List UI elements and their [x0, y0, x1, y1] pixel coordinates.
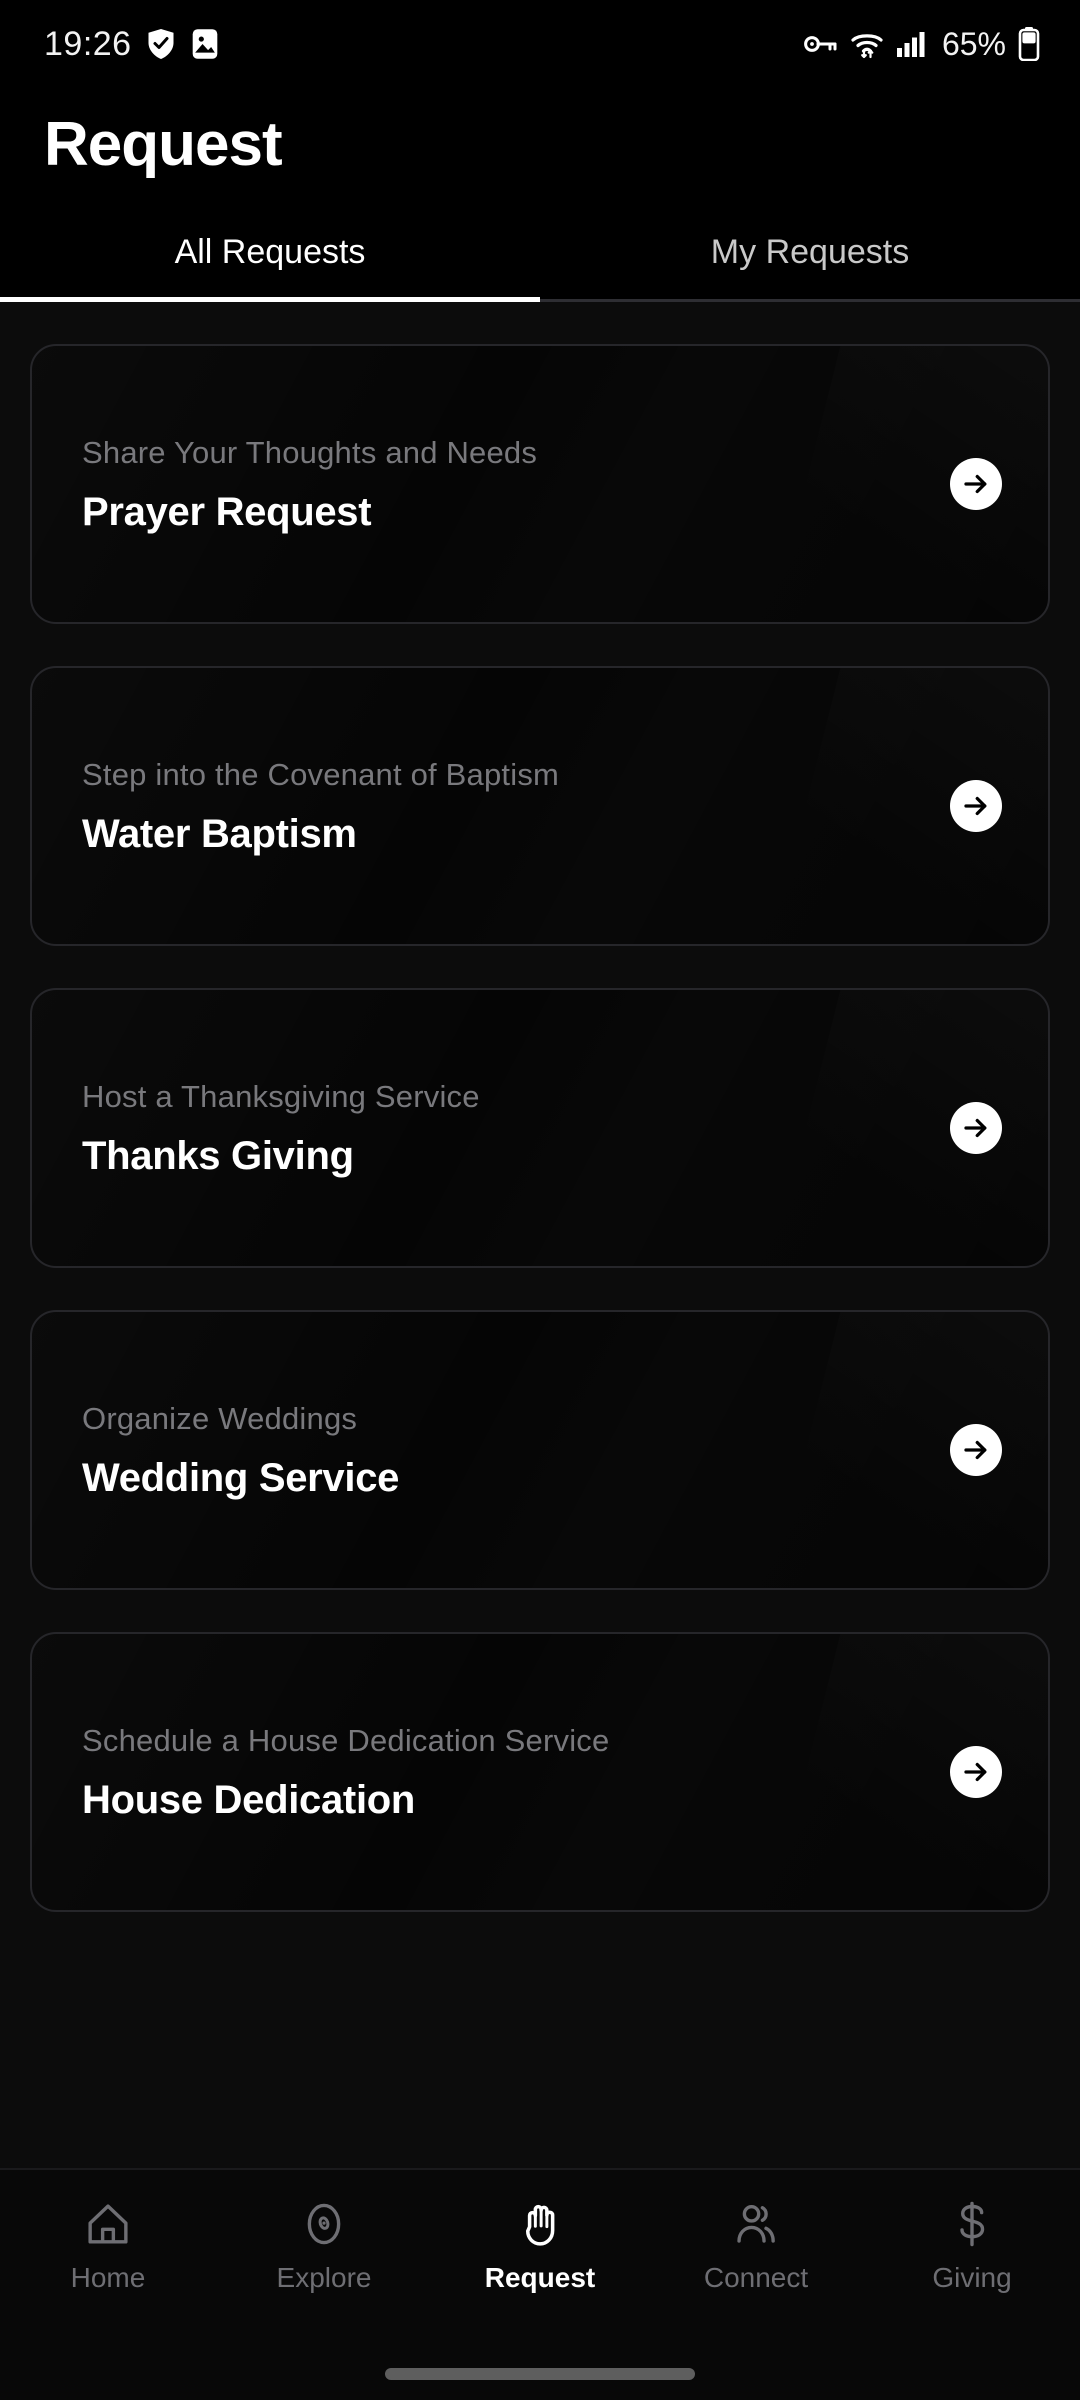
- card-title: Wedding Service: [82, 1456, 400, 1501]
- nav-item-request[interactable]: Request: [432, 2196, 648, 2292]
- page-header: Request: [0, 88, 1080, 211]
- tab-my-requests-label: My Requests: [710, 233, 910, 272]
- card-subtitle: Host a Thanksgiving Service: [82, 1078, 480, 1114]
- nav-item-giving-label: Giving: [932, 2262, 1012, 2293]
- card-subtitle: Share Your Thoughts and Needs: [82, 434, 538, 470]
- nav-item-explore-label: Explore: [276, 2262, 372, 2293]
- arrow-right-icon[interactable]: [950, 1102, 1002, 1155]
- nav-item-giving[interactable]: Giving: [864, 2196, 1080, 2292]
- card-text-block: Host a Thanksgiving Service Thanks Givin…: [82, 1077, 950, 1179]
- shield-check-icon: [146, 27, 176, 61]
- page-title: Request: [44, 110, 283, 179]
- request-card-house-dedication[interactable]: Schedule a House Dedication Service Hous…: [30, 1632, 1050, 1913]
- card-title: House Dedication: [82, 1778, 416, 1823]
- status-bar-clock: 19:26: [44, 24, 132, 63]
- card-title: Thanks Giving: [82, 1134, 354, 1179]
- raised-hand-icon: [514, 2196, 566, 2252]
- wifi-icon: [850, 29, 884, 59]
- request-card-prayer-request[interactable]: Share Your Thoughts and Needs Prayer Req…: [30, 344, 1050, 625]
- card-text-block: Organize Weddings Wedding Service: [82, 1399, 950, 1501]
- nav-item-connect[interactable]: Connect: [648, 2196, 864, 2292]
- people-icon: [731, 2196, 781, 2252]
- request-card-thanks-giving[interactable]: Host a Thanksgiving Service Thanks Givin…: [30, 988, 1050, 1269]
- arrow-right-icon[interactable]: [950, 780, 1002, 833]
- app-screen: 19:26 65% Request All Requests My Reques…: [0, 0, 1080, 2400]
- nav-item-request-label: Request: [484, 2262, 596, 2293]
- nav-item-explore[interactable]: Explore: [216, 2196, 432, 2292]
- bottom-navigation-bar: Home Explore Request Connect Giving: [0, 2168, 1080, 2348]
- nav-item-home-label: Home: [70, 2262, 146, 2293]
- status-bar-right: 65%: [804, 26, 1040, 63]
- gesture-bar-area: [0, 2348, 1080, 2400]
- home-icon: [83, 2196, 133, 2252]
- card-subtitle: Schedule a House Dedication Service: [82, 1722, 610, 1758]
- arrow-right-icon[interactable]: [950, 458, 1002, 511]
- tab-all-requests-label: All Requests: [174, 233, 366, 272]
- tab-active-indicator: [0, 297, 540, 303]
- request-card-water-baptism[interactable]: Step into the Covenant of Baptism Water …: [30, 666, 1050, 947]
- request-card-wedding-service[interactable]: Organize Weddings Wedding Service: [30, 1310, 1050, 1591]
- nav-item-home[interactable]: Home: [0, 2196, 216, 2292]
- screenshot-image-icon: [190, 28, 220, 60]
- card-subtitle: Organize Weddings: [82, 1400, 358, 1436]
- tab-bar: All Requests My Requests: [0, 211, 1080, 303]
- battery-icon: [1018, 27, 1040, 61]
- dollar-sign-icon: [947, 2196, 997, 2252]
- arrow-right-icon[interactable]: [950, 1746, 1002, 1799]
- card-subtitle: Step into the Covenant of Baptism: [82, 756, 560, 792]
- request-list: Share Your Thoughts and Needs Prayer Req…: [0, 302, 1080, 2168]
- status-bar: 19:26 65%: [0, 0, 1080, 88]
- card-text-block: Schedule a House Dedication Service Hous…: [82, 1721, 950, 1823]
- vpn-key-icon: [804, 33, 838, 55]
- arrow-right-icon[interactable]: [950, 1424, 1002, 1477]
- tab-my-requests[interactable]: My Requests: [540, 211, 1080, 302]
- card-title: Water Baptism: [82, 812, 357, 857]
- battery-percent-label: 65%: [941, 25, 1006, 62]
- tab-all-requests[interactable]: All Requests: [0, 211, 540, 302]
- card-text-block: Step into the Covenant of Baptism Water …: [82, 755, 950, 857]
- nav-item-connect-label: Connect: [703, 2262, 809, 2293]
- cellular-signal-icon: [896, 30, 926, 58]
- compass-icon: [299, 2196, 349, 2252]
- home-gesture-bar[interactable]: [385, 2368, 695, 2380]
- card-text-block: Share Your Thoughts and Needs Prayer Req…: [82, 433, 950, 535]
- card-title: Prayer Request: [82, 490, 372, 535]
- status-bar-left: 19:26: [44, 25, 220, 64]
